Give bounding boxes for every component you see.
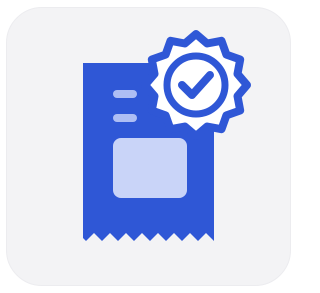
receipt-content-block-icon — [113, 138, 187, 198]
verified-receipt-icon — [83, 30, 251, 241]
receipt-line-icon — [113, 90, 137, 98]
receipt-line-icon — [113, 114, 137, 122]
app-icon-canvas — [0, 0, 297, 293]
